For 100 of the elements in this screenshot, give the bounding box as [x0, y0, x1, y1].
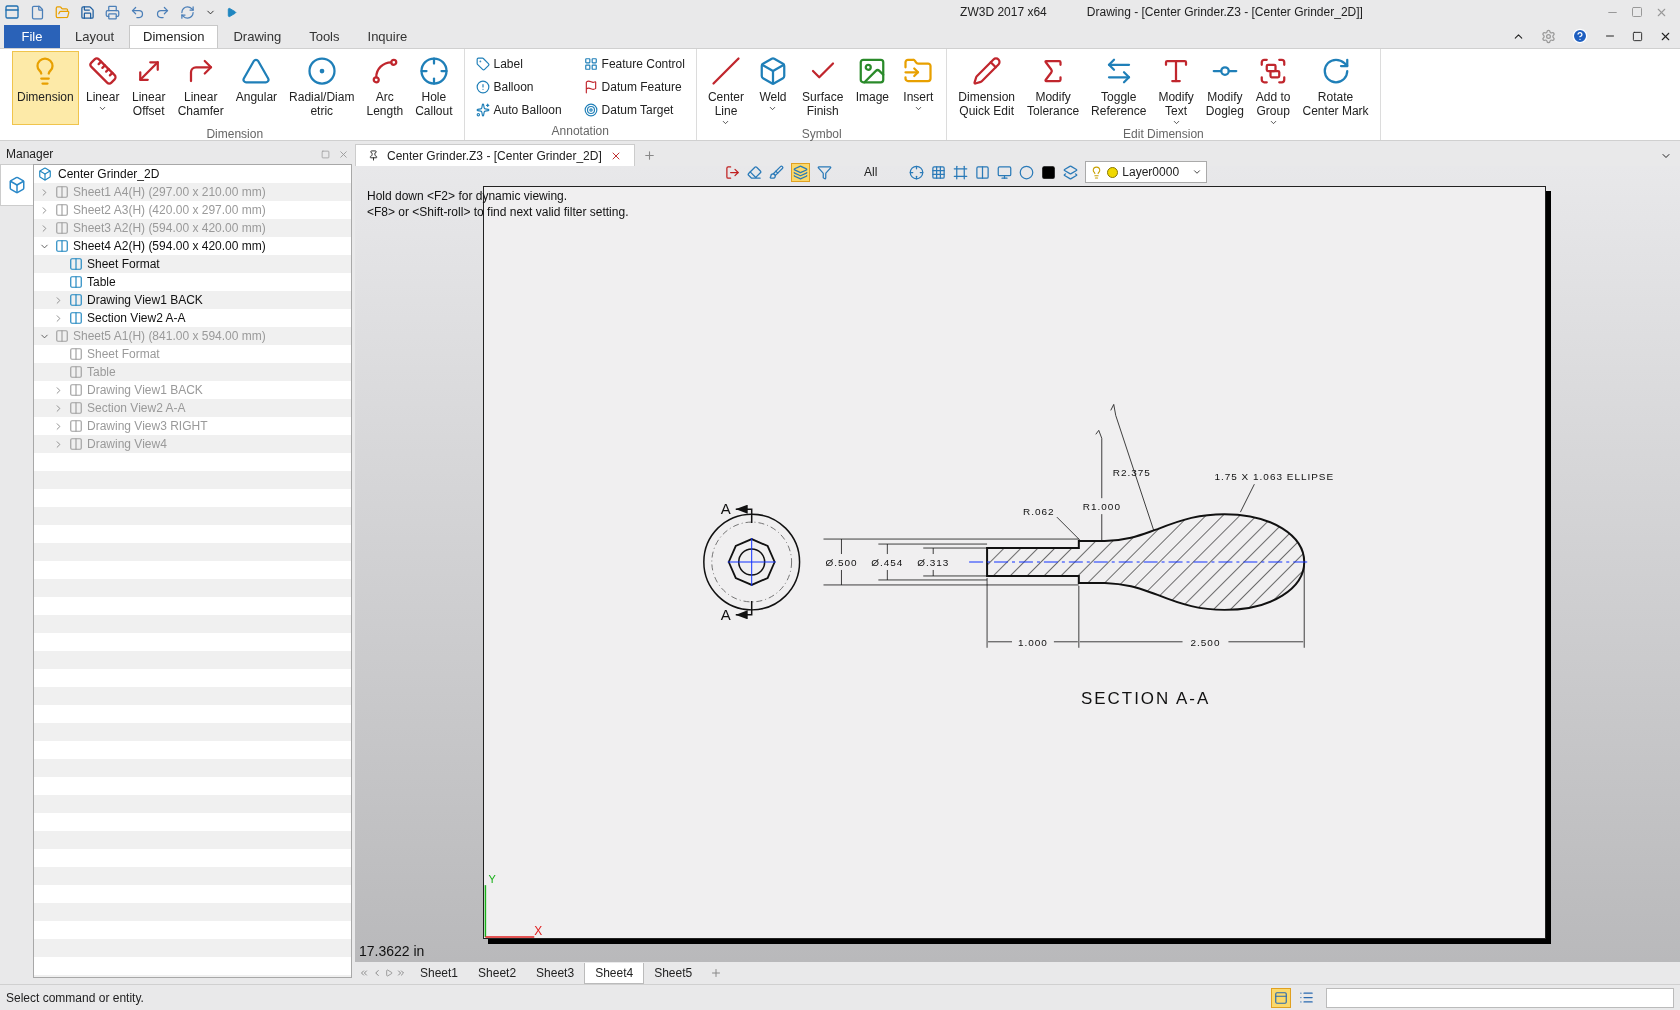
- ribbon-button[interactable]: Image: [850, 51, 895, 125]
- new-tab-icon[interactable]: [642, 149, 656, 162]
- ribbon-button[interactable]: Auto Balloon: [470, 99, 567, 121]
- ribbon-button[interactable]: Rotate Center Mark: [1297, 51, 1374, 125]
- caret-icon: [1192, 167, 1203, 177]
- layer-dropdown[interactable]: Layer0000: [1085, 161, 1208, 183]
- grid-icon[interactable]: [931, 164, 947, 180]
- filter-icon[interactable]: [817, 164, 832, 180]
- help-icon[interactable]: [1572, 28, 1588, 44]
- ribbon-button[interactable]: Balloon: [470, 76, 567, 98]
- color-swatch-icon[interactable]: [1041, 164, 1057, 180]
- last-sheet-icon[interactable]: [396, 968, 406, 978]
- restore-icon[interactable]: [1632, 30, 1643, 42]
- new-file-icon[interactable]: [30, 4, 45, 20]
- ribbon-button[interactable]: Insert: [896, 51, 941, 125]
- menu-tab[interactable]: Drawing: [220, 25, 295, 48]
- tree-item[interactable]: Section View2 A-A: [34, 309, 351, 327]
- group-label: Symbol: [800, 126, 843, 143]
- sheet-icon: [55, 239, 69, 253]
- menu-tab[interactable]: Inquire: [354, 25, 421, 48]
- ribbon-button[interactable]: Radial/Diam etric: [284, 51, 360, 125]
- filter-label[interactable]: All: [864, 163, 878, 181]
- tree-item[interactable]: Drawing View1 BACK: [34, 291, 351, 309]
- sheet-icon: [69, 293, 83, 307]
- sheet-tab[interactable]: Sheet3: [526, 962, 585, 984]
- snap-icon[interactable]: [909, 164, 925, 180]
- frame-icon[interactable]: [953, 164, 969, 180]
- list-view-icon[interactable]: [1299, 990, 1314, 1005]
- ribbon-button[interactable]: Surface Finish: [797, 51, 849, 125]
- exit-icon[interactable]: [725, 164, 740, 180]
- ribbon-button[interactable]: Modify Tolerance: [1022, 51, 1085, 125]
- save-icon[interactable]: [80, 4, 95, 20]
- sheet-icon: [69, 257, 83, 271]
- ribbon-button[interactable]: Feature Control: [578, 53, 690, 75]
- menu-tab[interactable]: Layout: [62, 25, 128, 48]
- brush-icon[interactable]: [769, 164, 784, 180]
- ribbon-button[interactable]: Angular: [230, 51, 283, 125]
- ribbon-button[interactable]: Arc Length: [361, 51, 409, 125]
- radius-icon: [306, 56, 337, 86]
- play-icon[interactable]: [226, 6, 237, 18]
- next-sheet-icon[interactable]: [385, 969, 393, 977]
- ribbon-button[interactable]: Dimension Quick Edit: [953, 51, 1021, 125]
- layers-icon[interactable]: [793, 164, 808, 180]
- weld-icon: [758, 56, 788, 86]
- ribbon-button[interactable]: Label: [470, 53, 567, 75]
- settings-icon[interactable]: [1541, 28, 1556, 44]
- ribbon-button[interactable]: Datum Feature: [578, 76, 690, 98]
- print-icon[interactable]: [105, 4, 120, 20]
- split-icon[interactable]: [975, 164, 991, 180]
- ribbon-button[interactable]: Modify Dogleg: [1200, 51, 1249, 125]
- ribbon-button[interactable]: Datum Target: [578, 99, 690, 121]
- eraser-icon[interactable]: [747, 164, 762, 180]
- leader-line: [1056, 516, 1081, 541]
- document-tab[interactable]: Center Grinder.Z3 - [Center Grinder_2D]: [355, 144, 635, 166]
- add-sheet-icon[interactable]: [710, 967, 723, 979]
- ribbon-button[interactable]: Dimension: [12, 51, 79, 125]
- tree-label: Drawing View3 RIGHT: [87, 418, 208, 435]
- command-input[interactable]: [1326, 987, 1674, 1008]
- ribbon-button[interactable]: Center Line: [702, 51, 749, 125]
- menu-tab[interactable]: Tools: [296, 25, 353, 48]
- label-icon: [475, 57, 490, 71]
- menu-tab[interactable]: File: [4, 25, 60, 48]
- ribbon-button[interactable]: Weld: [751, 51, 795, 125]
- previous-sheet-icon[interactable]: [372, 968, 382, 978]
- sheet-icon: [69, 419, 83, 433]
- sheet-icon: [69, 347, 83, 361]
- leader-line: [1240, 483, 1255, 513]
- tree-label: Section View2 A-A: [87, 310, 186, 327]
- sheet-icon: [55, 185, 69, 199]
- ribbon-button[interactable]: Linear Offset: [126, 51, 171, 125]
- first-sheet-icon[interactable]: [359, 968, 369, 978]
- manager-tab[interactable]: [0, 164, 33, 206]
- sheet-tab[interactable]: Sheet1: [410, 962, 469, 984]
- ribbon-button[interactable]: Modify Text: [1153, 51, 1199, 125]
- tree-item[interactable]: Sheet4 A2(H) (594.00 x 420.00 mm): [34, 237, 351, 255]
- ribbon-button[interactable]: Add to Group: [1250, 51, 1296, 125]
- refresh-icon[interactable]: [180, 4, 195, 20]
- redo-icon[interactable]: [155, 4, 170, 20]
- tree-item[interactable]: Center Grinder_2D: [34, 165, 351, 183]
- layer-color-icon: [1107, 166, 1119, 178]
- sheet-tab[interactable]: Sheet2: [468, 962, 527, 984]
- leader-line: [1101, 513, 1103, 542]
- ribbon-button[interactable]: Linear: [80, 51, 125, 125]
- undo-icon[interactable]: [130, 4, 145, 20]
- tree-item[interactable]: Sheet Format: [34, 255, 351, 273]
- layout-view-icon[interactable]: [1274, 990, 1288, 1005]
- ribbon-button[interactable]: Hole Callout: [410, 51, 458, 125]
- sheet-tab[interactable]: Sheet4: [584, 962, 645, 984]
- layer-stack-icon[interactable]: [1063, 164, 1079, 180]
- sheet-tab[interactable]: Sheet5: [644, 962, 703, 984]
- menu-tab[interactable]: Dimension: [129, 25, 219, 48]
- dimension-line: [886, 543, 888, 581]
- tree-label: Sheet Format: [87, 346, 160, 363]
- ribbon-button[interactable]: Toggle Reference: [1086, 51, 1152, 125]
- display-icon[interactable]: [997, 164, 1013, 180]
- circle-icon[interactable]: [1019, 164, 1035, 180]
- center-line-icon: [710, 56, 741, 86]
- open-folder-icon[interactable]: [55, 4, 70, 20]
- tree-item[interactable]: Table: [34, 273, 351, 291]
- ribbon-button[interactable]: Linear Chamfer: [172, 51, 229, 125]
